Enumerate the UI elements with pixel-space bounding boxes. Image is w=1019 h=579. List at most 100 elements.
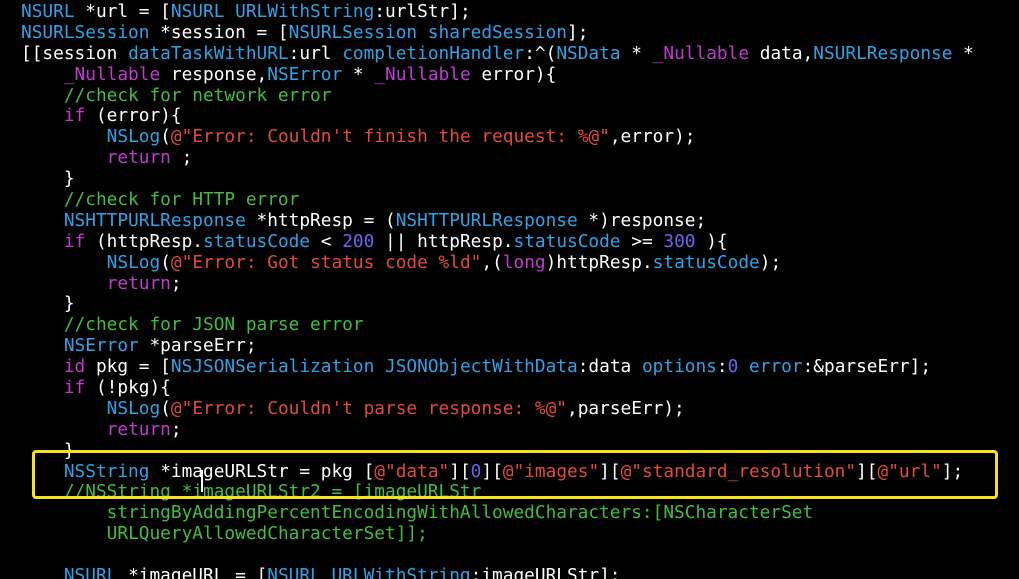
code-line[interactable]: URLQueryAllowedCharacterSet]]; xyxy=(21,523,974,545)
code-token-plain: } xyxy=(21,168,75,190)
code-line[interactable]: NSLog(@"Error: Couldn't finish the reque… xyxy=(21,126,974,148)
code-line[interactable]: NSLog(@"Error: Got status code %ld",(lon… xyxy=(21,251,974,274)
code-token-plain: ); xyxy=(759,251,782,273)
code-line[interactable]: return ; xyxy=(21,147,974,169)
code-line[interactable]: if (httpResp.statusCode < 200 || httpRes… xyxy=(21,230,974,253)
code-line[interactable]: //check for HTTP error xyxy=(21,189,974,211)
code-token-plain: ][ xyxy=(449,460,471,482)
code-token-plain: data, xyxy=(749,42,814,64)
code-token-plain: < xyxy=(310,230,343,252)
code-line[interactable]: _Nullable response,NSError * _Nullable e… xyxy=(21,63,974,86)
code-token-str: @"standard_resolution" xyxy=(620,460,857,482)
code-token-kw: _Nullable xyxy=(63,63,161,85)
code-token-plain: response, xyxy=(160,63,268,85)
code-line[interactable]: return; xyxy=(21,419,974,441)
code-token-plain: : xyxy=(716,356,728,378)
code-line[interactable]: NSURL *url = [NSURL URLWithString:urlStr… xyxy=(21,1,974,23)
code-token-plain: ][ xyxy=(481,460,503,482)
code-token-cls: NSURLSession sharedSession xyxy=(288,21,567,43)
code-token-cls: NSURLSession xyxy=(21,21,150,43)
code-token-plain: } xyxy=(21,293,75,315)
code-line[interactable]: } xyxy=(21,294,974,315)
code-token-cls: NSJSONSerialization JSONObjectWithData xyxy=(170,356,578,378)
code-token-kw: return xyxy=(106,147,171,169)
code-line[interactable]: } xyxy=(21,440,974,462)
code-token-cmt: //check for HTTP error xyxy=(63,189,300,211)
code-line[interactable]: NSError *parseErr; xyxy=(21,335,974,357)
code-line[interactable]: return; xyxy=(21,272,974,295)
code-token-cls: statusCode xyxy=(513,230,621,252)
code-token-str: @"Error: Couldn't parse response: %@" xyxy=(170,397,567,419)
code-token-cls: NSLog xyxy=(106,397,161,419)
code-line[interactable]: if (!pkg){ xyxy=(21,377,974,399)
code-token-plain: ; xyxy=(170,147,193,169)
code-token-plain: * xyxy=(952,42,974,64)
code-token-cls: NSString xyxy=(63,460,150,482)
code-token-str: @"data" xyxy=(374,460,450,482)
code-line[interactable]: NSLog(@"Error: Couldn't parse response: … xyxy=(21,397,974,420)
code-line[interactable]: if (error){ xyxy=(21,106,974,127)
code-line[interactable]: NSURLSession *session = [NSURLSession sh… xyxy=(21,21,974,44)
code-token-plain: *imageURL = [ xyxy=(117,565,268,579)
code-line[interactable]: //check for JSON parse error xyxy=(21,314,974,336)
code-token-plain: ( xyxy=(160,126,171,148)
code-token-plain: ,error); xyxy=(609,126,696,148)
code-token-cmt: //check for JSON parse error xyxy=(63,314,364,336)
code-line[interactable]: NSURL *imageURL = [NSURL URLWithString:i… xyxy=(21,565,974,579)
code-token-plain: || httpResp. xyxy=(374,230,514,252)
code-token-kw: _Nullable xyxy=(652,42,750,64)
code-token-cmt: stringByAddingPercentEncodingWithAllowed… xyxy=(106,502,814,524)
code-token-kw: return xyxy=(106,272,171,294)
code-token-cls: NSError xyxy=(267,63,343,85)
code-token-plain: :imageURLStr]; xyxy=(470,565,621,579)
code-line[interactable]: stringByAddingPercentEncodingWithAllowed… xyxy=(21,502,974,524)
code-token-cls: error xyxy=(749,356,803,378)
code-token-plain: ( xyxy=(160,251,171,273)
code-token-plain: :&parseErr]; xyxy=(802,356,932,378)
code-line[interactable]: id pkg = [NSJSONSerialization JSONObject… xyxy=(21,356,974,378)
code-token-plain: ; xyxy=(170,272,182,294)
code-token-str: @"Error: Couldn't finish the request: %@… xyxy=(170,126,610,148)
code-line[interactable]: NSString *imageURLStr = pkg [@"data"][0]… xyxy=(21,460,974,483)
code-token-plain: *httpResp = ( xyxy=(245,209,396,231)
code-line[interactable]: [[session dataTaskWithURL:url completion… xyxy=(21,42,974,65)
code-token-plain: *session = [ xyxy=(149,21,289,43)
code-token-plain: pkg = [ xyxy=(85,356,171,378)
code-token-kw: id xyxy=(63,356,86,378)
code-token-num: 0 xyxy=(470,460,482,482)
code-token-cls: completionHandler xyxy=(342,42,525,64)
code-token-kw: if xyxy=(63,105,86,127)
code-line[interactable]: //check for network error xyxy=(21,85,974,107)
code-token-cls: NSURL xyxy=(63,565,118,579)
code-token-cls: NSError xyxy=(63,335,139,357)
code-line[interactable]: NSHTTPURLResponse *httpResp = (NSHTTPURL… xyxy=(21,209,974,232)
code-token-plain: ( xyxy=(160,397,171,419)
text-cursor xyxy=(201,470,203,492)
code-line[interactable] xyxy=(21,545,974,566)
code-token-kw: _Nullable xyxy=(374,63,471,85)
code-token-plain: :url xyxy=(288,42,343,64)
code-editor[interactable]: NSURL *url = [NSURL URLWithString:urlStr… xyxy=(0,0,1019,579)
code-line[interactable]: } xyxy=(21,168,974,190)
code-token-plain: ]; xyxy=(566,21,589,43)
code-token-cls: NSHTTPURLResponse xyxy=(63,209,246,231)
code-line[interactable]: //NSString *imageURLStr2 = [imageURLStr xyxy=(21,482,974,503)
code-token-num: 0 xyxy=(727,356,739,378)
code-token-kw: if xyxy=(63,230,86,252)
code-token-cls: NSURL URLWithString xyxy=(170,1,375,22)
code-content[interactable]: NSURL *url = [NSURL URLWithString:urlStr… xyxy=(21,1,974,579)
code-token-plain: ][ xyxy=(599,460,621,482)
code-token-cls: options xyxy=(641,356,717,378)
code-token-plain: :data xyxy=(577,356,642,378)
